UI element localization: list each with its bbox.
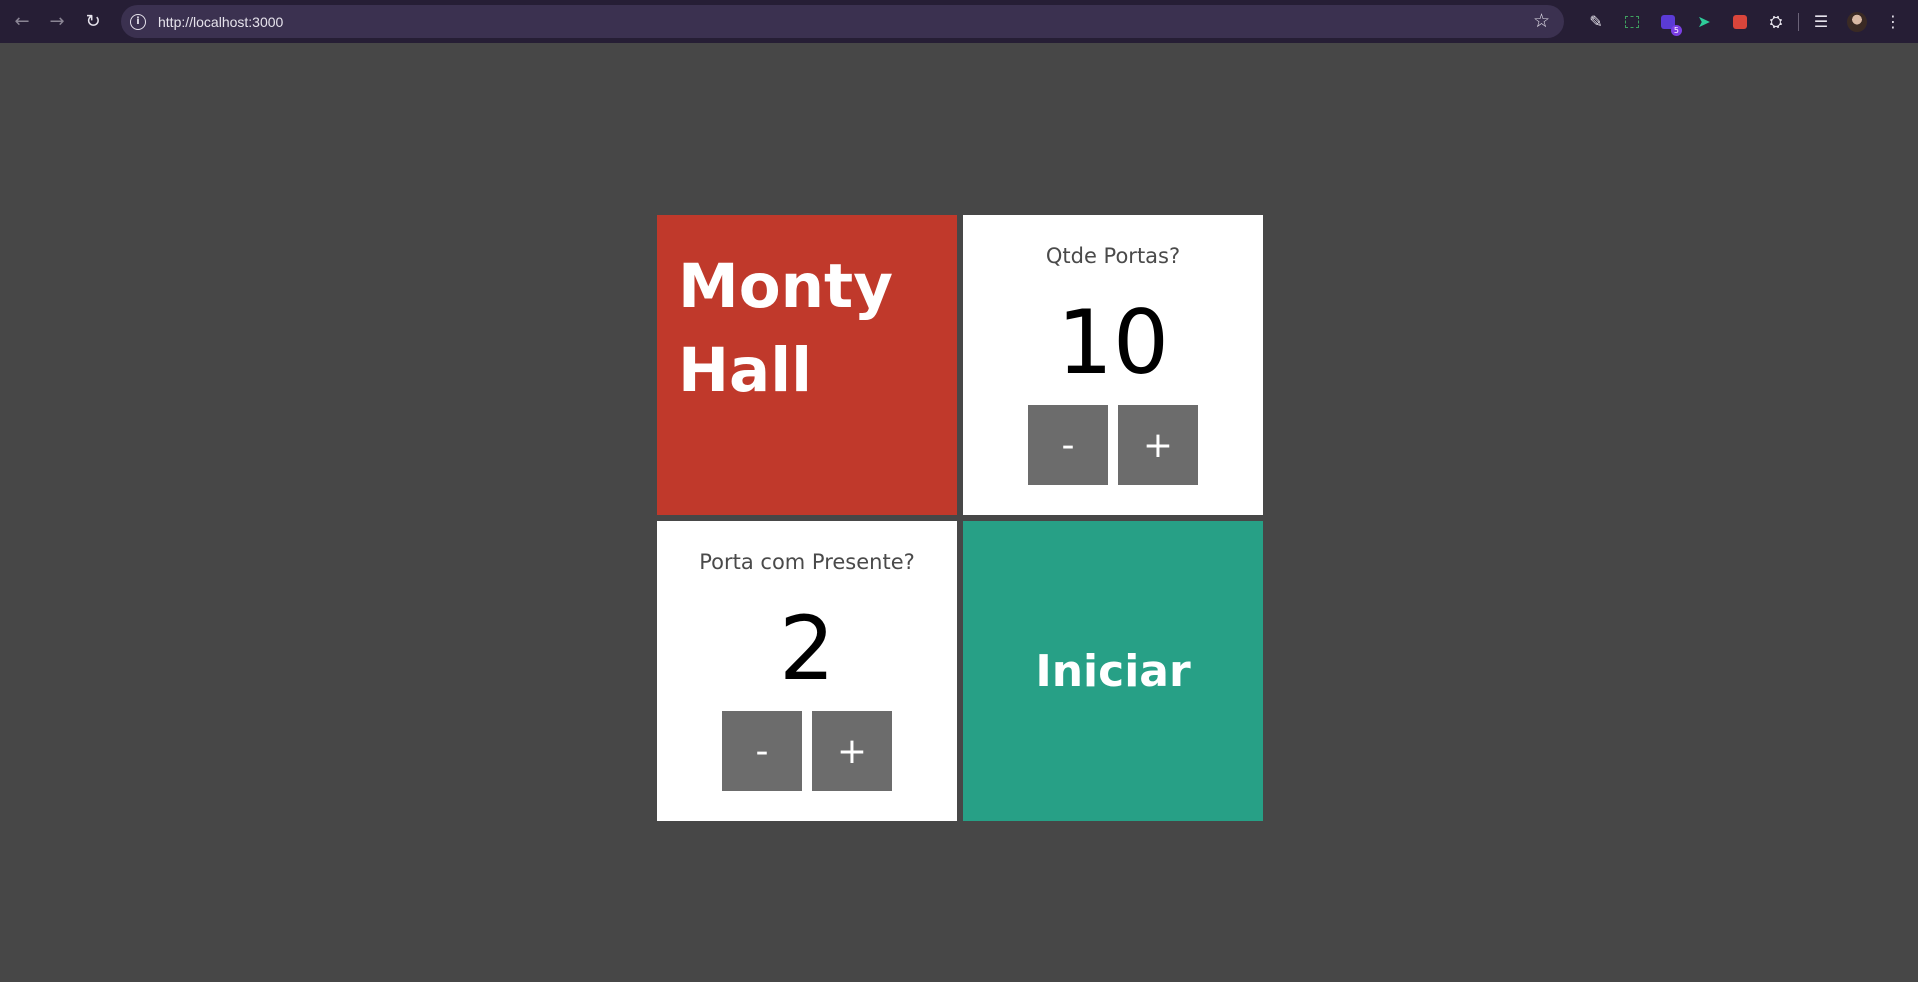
- toolbar-divider: [1798, 12, 1799, 31]
- door-count-value: 10: [1057, 291, 1169, 394]
- app-title: Monty Hall: [678, 251, 893, 406]
- door-count-decrement-button[interactable]: -: [1028, 405, 1108, 485]
- arrow-right-icon: →: [49, 10, 65, 32]
- media-control-icon[interactable]: ☰: [1803, 4, 1839, 40]
- site-info-icon[interactable]: i: [130, 13, 146, 30]
- profile-avatar[interactable]: [1839, 4, 1875, 40]
- gift-door-increment-button[interactable]: +: [812, 711, 892, 791]
- forward-button[interactable]: →: [39, 3, 75, 39]
- address-url[interactable]: http://localhost:3000: [158, 14, 283, 30]
- title-card: Monty Hall: [657, 215, 957, 515]
- screenshot-icon[interactable]: [1614, 4, 1650, 40]
- gift-door-label: Porta com Presente?: [699, 550, 915, 574]
- gift-door-decrement-button[interactable]: -: [722, 711, 802, 791]
- start-label: Iniciar: [1035, 645, 1191, 697]
- arrow-left-icon: ←: [14, 10, 30, 32]
- address-bar[interactable]: i http://localhost:3000 ☆: [121, 5, 1564, 38]
- start-button[interactable]: Iniciar: [963, 521, 1263, 821]
- reload-icon: ↻: [85, 10, 101, 32]
- door-count-card: Qtde Portas? 10 - +: [963, 215, 1263, 515]
- extensions-toolbar: ✎ 5 ➤ ⛭ ☰ ⋮: [1578, 0, 1911, 43]
- red-extension-icon[interactable]: [1722, 4, 1758, 40]
- extension-icon[interactable]: 5: [1650, 4, 1686, 40]
- puzzle-extensions-icon[interactable]: ⛭: [1758, 4, 1794, 40]
- extension-badge: 5: [1670, 24, 1682, 36]
- reload-button[interactable]: ↻: [75, 3, 111, 39]
- kebab-menu-icon[interactable]: ⋮: [1875, 4, 1911, 40]
- eyedropper-icon[interactable]: ✎: [1578, 4, 1614, 40]
- bird-extension-icon[interactable]: ➤: [1686, 4, 1722, 40]
- door-count-increment-button[interactable]: +: [1118, 405, 1198, 485]
- gift-door-value: 2: [779, 597, 835, 700]
- gift-door-card: Porta com Presente? 2 - +: [657, 521, 957, 821]
- door-count-label: Qtde Portas?: [1045, 244, 1181, 268]
- back-button[interactable]: ←: [4, 3, 40, 39]
- bookmark-star-icon[interactable]: ☆: [1533, 10, 1550, 32]
- browser-toolbar: ← → ↻ i http://localhost:3000 ☆ ✎ 5 ➤ ⛭ …: [0, 0, 1918, 43]
